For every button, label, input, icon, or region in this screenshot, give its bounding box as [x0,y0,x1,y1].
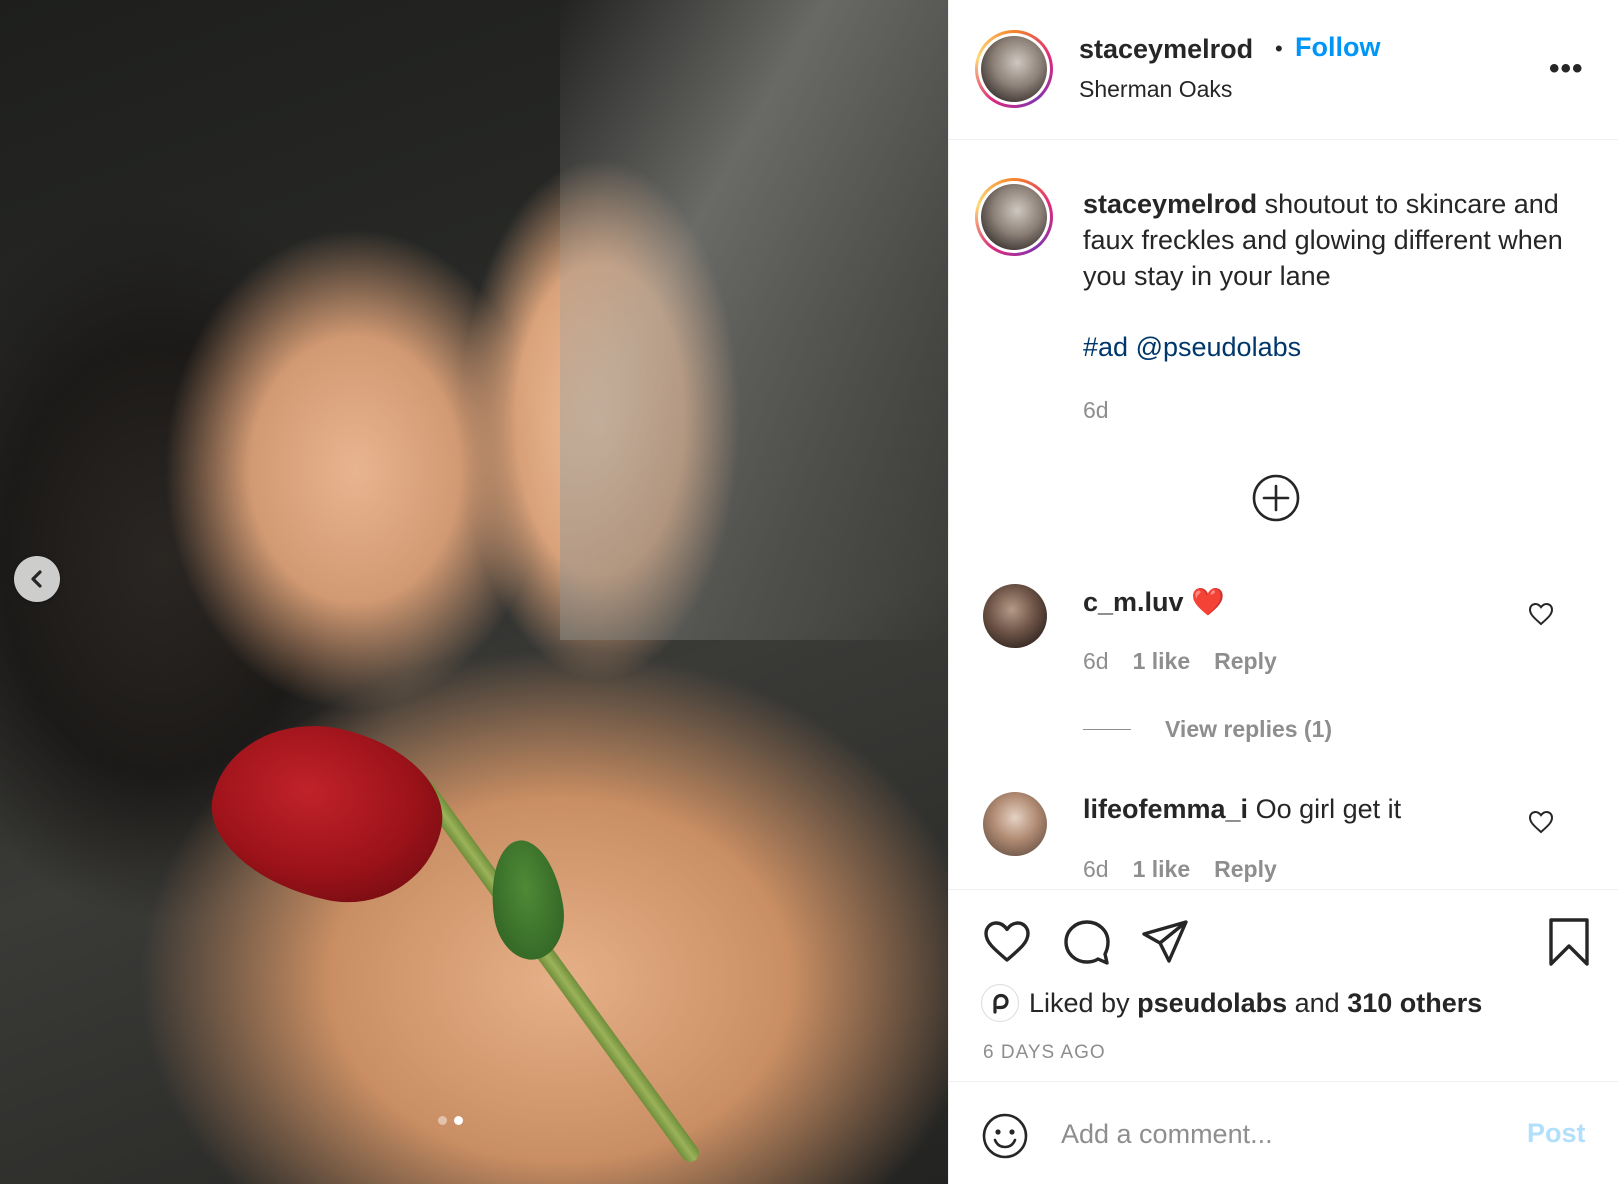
more-options-icon[interactable]: ••• [1549,52,1584,86]
caption-time: 6d [1083,397,1109,423]
comment-time[interactable]: 6d [1083,648,1109,675]
comment-like-heart-icon[interactable] [1527,600,1555,628]
view-replies-button[interactable]: View replies (1) [1083,716,1332,743]
share-send-icon[interactable] [1139,916,1191,968]
commenter-avatar[interactable] [983,792,1047,856]
commenter-avatar[interactable] [983,584,1047,648]
post-location[interactable]: Sherman Oaks [1079,76,1232,103]
comment-meta: 6d 1 like Reply [1083,856,1277,883]
liked-by-prefix: Liked by [1029,987,1130,1018]
photo-light-patch [560,0,948,640]
header-separator: • [1275,36,1283,61]
post-side-panel: staceymelrod • Follow Sherman Oaks ••• s… [948,0,1618,1184]
comment-text: Oo girl get it [1248,794,1402,824]
post-actions-section: Liked by pseudolabs and 310 others 6 DAY… [949,889,1618,1081]
carousel-dot-active [454,1116,463,1125]
liked-by-summary: Liked by pseudolabs and 310 others [981,984,1482,1022]
post-header: staceymelrod • Follow Sherman Oaks ••• [949,0,1618,140]
save-bookmark-icon[interactable] [1543,916,1595,968]
reply-button[interactable]: Reply [1214,648,1277,675]
post-caption: staceymelrod shoutout to skincare and fa… [1083,186,1573,294]
pseudolabs-logo-icon [993,993,1009,1014]
carousel-indicator [438,1116,463,1125]
comment-meta: 6d 1 like Reply [1083,648,1277,675]
comment-body: c_m.luv ❤️ [1083,586,1225,618]
comment-username[interactable]: lifeofemma_i [1083,794,1248,824]
comment-composer: Post [949,1081,1618,1184]
author-avatar[interactable] [975,30,1053,108]
comment-likes[interactable]: 1 like [1133,856,1191,883]
caption-author-avatar[interactable] [975,178,1053,256]
mention-link[interactable]: @pseudolabs [1136,332,1302,362]
like-heart-icon[interactable] [981,916,1033,968]
hashtag-link[interactable]: #ad [1083,332,1128,362]
comment-like-heart-icon[interactable] [1527,808,1555,836]
comment-body: lifeofemma_i Oo girl get it [1083,794,1401,825]
post-timestamp[interactable]: 6 DAYS AGO [983,1042,1106,1064]
follow-button[interactable]: Follow [1295,32,1380,63]
emoji-smiley-icon[interactable] [981,1112,1029,1160]
comment-bubble-icon[interactable] [1061,916,1113,968]
reply-button[interactable]: Reply [1214,856,1277,883]
post-photo[interactable] [0,0,948,1184]
photo-rose-stem [411,774,703,1166]
chevron-left-icon [31,570,42,588]
comment-username[interactable]: c_m.luv [1083,587,1184,617]
author-username[interactable]: staceymelrod [1079,34,1253,65]
carousel-prev-button[interactable] [14,556,60,602]
post-comment-button[interactable]: Post [1527,1118,1586,1149]
comment-text: ❤️ [1183,587,1225,617]
liked-by-mid: and [1294,987,1340,1018]
liked-by-others[interactable]: 310 others [1347,988,1482,1019]
comment-input[interactable] [1061,1104,1501,1164]
comment-time[interactable]: 6d [1083,856,1109,883]
comment-likes[interactable]: 1 like [1133,648,1191,675]
caption-username[interactable]: staceymelrod [1083,189,1257,219]
liker-avatar[interactable] [981,984,1019,1022]
caption-tags: #ad @pseudolabs [1083,332,1301,363]
load-more-comments-icon[interactable] [1251,473,1301,523]
view-replies-line [1083,729,1131,730]
photo-rose [196,705,458,921]
photo-rose-leaf [483,835,571,965]
view-replies-label: View replies (1) [1165,716,1333,742]
carousel-dot [438,1116,447,1125]
liked-by-user[interactable]: pseudolabs [1137,988,1287,1019]
